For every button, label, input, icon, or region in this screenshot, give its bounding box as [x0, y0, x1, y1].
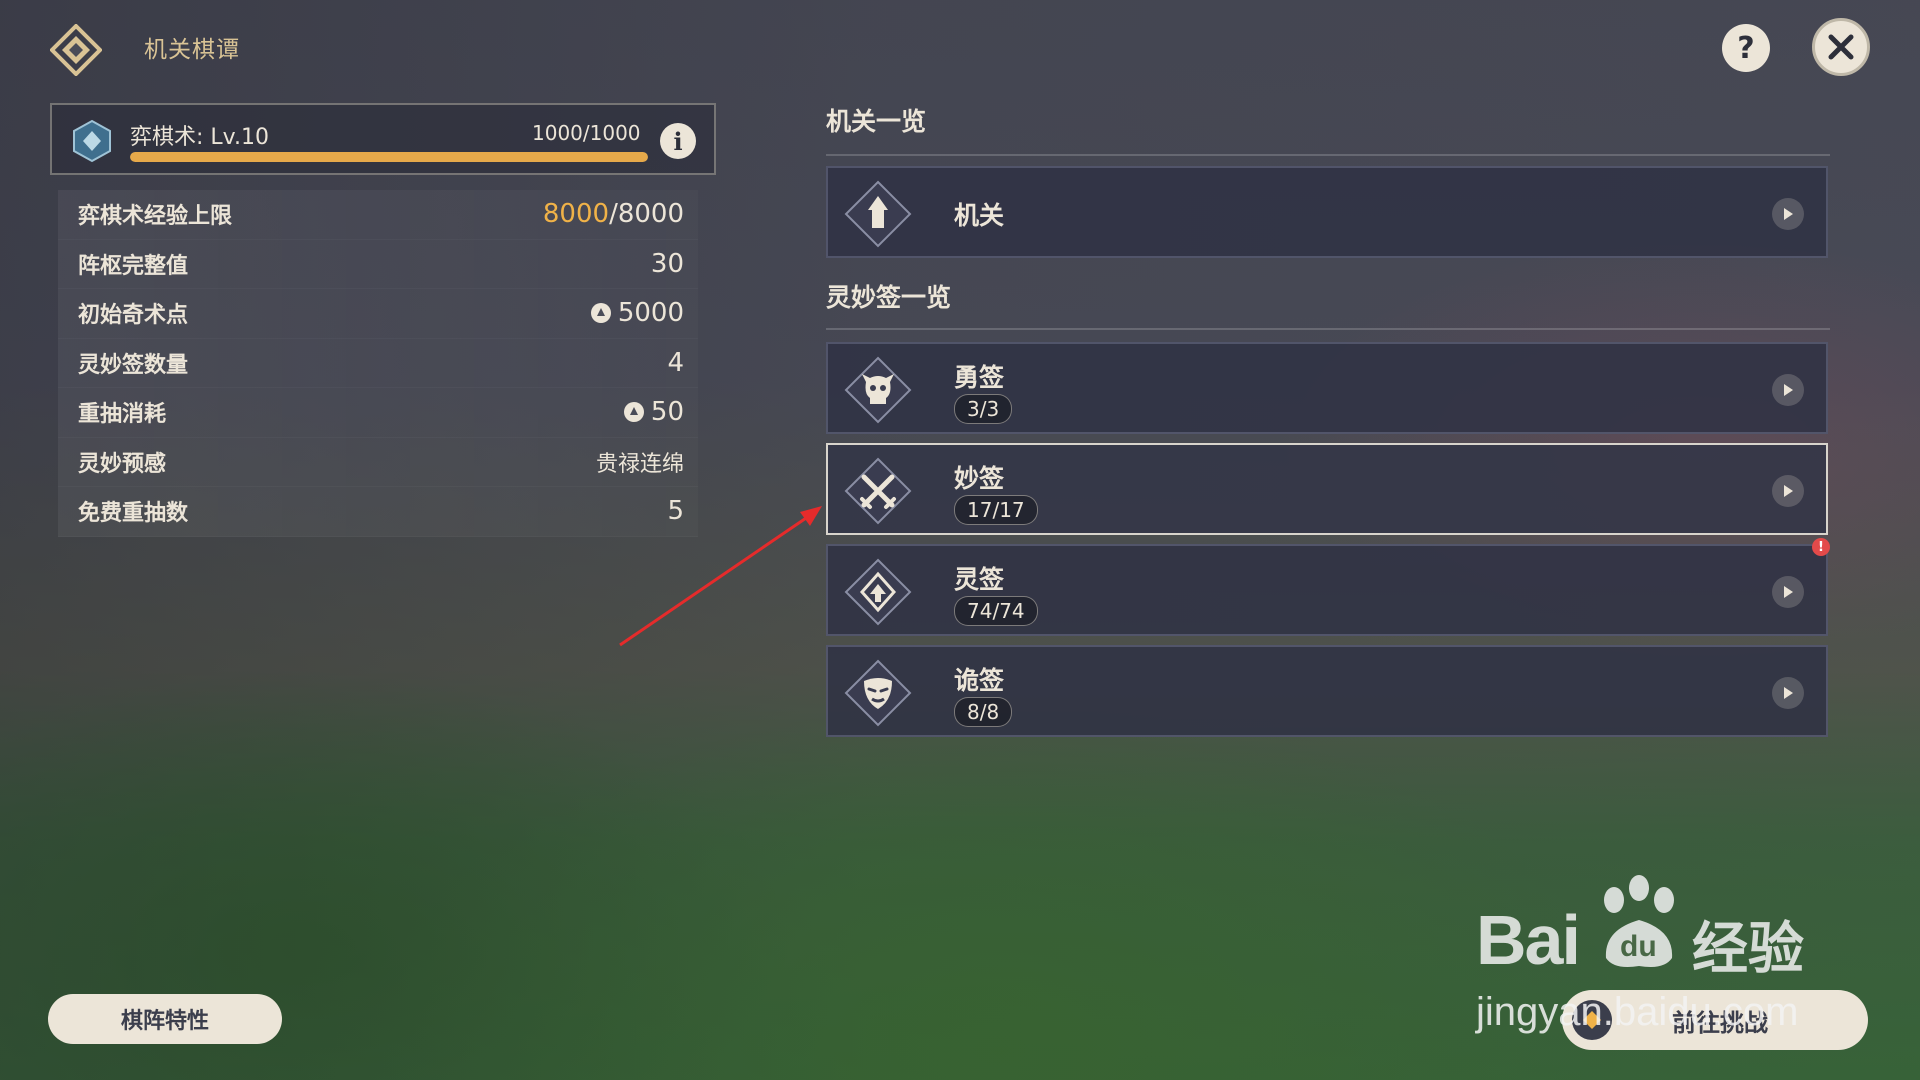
stat-value: 50: [623, 397, 684, 427]
sign-card-brave[interactable]: 勇签 3/3: [826, 342, 1828, 434]
chevron-right-icon: [1772, 677, 1804, 709]
annotation-arrow: [619, 506, 822, 647]
help-button[interactable]: ?: [1722, 24, 1770, 72]
card-count-badge: 8/8: [954, 697, 1013, 727]
card-name: 机关: [954, 201, 1005, 230]
paw-logo-icon: du: [1604, 875, 1674, 967]
stat-label: 免费重抽数: [78, 501, 189, 527]
mechanism-chess-logo-icon: [49, 23, 103, 77]
level-label: 弈棋术: Lv.10: [130, 125, 269, 150]
sign-card-clever[interactable]: 妙签 17/17: [826, 443, 1828, 535]
stat-row: 初始奇术点 5000: [58, 289, 698, 339]
info-button[interactable]: i: [660, 123, 696, 159]
skull-icon: [842, 354, 914, 426]
page-title: 机关棋谭: [144, 37, 240, 63]
card-name: 灵签: [954, 565, 1005, 594]
mechanisms-section-title: 机关一览: [826, 107, 927, 136]
stat-label: 阵枢完整值: [78, 253, 189, 279]
stat-value: 30: [650, 248, 684, 279]
chevron-right-icon: [1772, 576, 1804, 608]
card-name: 妙签: [954, 464, 1005, 493]
stat-label: 灵妙预感: [78, 451, 167, 477]
stat-label: 重抽消耗: [78, 402, 167, 428]
close-button[interactable]: [1812, 18, 1870, 76]
svg-text:du: du: [1620, 930, 1657, 963]
mechanism-card[interactable]: 机关: [826, 166, 1828, 258]
stat-row: 阵枢完整值 30: [58, 239, 698, 289]
stat-value-rest: /8000: [609, 199, 684, 230]
card-count-badge: 17/17: [954, 495, 1038, 525]
stat-value-text: 5000: [617, 298, 684, 329]
card-name: 诡签: [954, 666, 1005, 695]
stat-row: 灵妙预感 贵禄连绵: [58, 437, 698, 487]
card-name: 勇签: [954, 363, 1005, 392]
stat-value: 8000/8000: [543, 199, 684, 229]
stat-value: 5000: [590, 298, 684, 328]
info-icon: i: [673, 126, 683, 156]
stat-value-highlight: 8000: [542, 199, 610, 230]
card-count-badge: 74/74: [954, 596, 1038, 626]
signs-section-title: 灵妙签一览: [826, 283, 952, 312]
card-count-badge: 3/3: [954, 394, 1013, 424]
stat-label: 初始奇术点: [78, 303, 189, 329]
level-xp: 1000/1000: [532, 121, 641, 145]
stat-value: 贵禄连绵: [595, 451, 684, 477]
chess-skill-level-panel: 弈棋术: Lv.10 1000/1000 i: [50, 103, 716, 175]
new-notification-badge: !: [1812, 538, 1830, 556]
watermark-brand-cn: 经验: [1692, 917, 1804, 982]
stat-label: 弈棋术经验上限: [78, 204, 233, 230]
watermark-brand: Bai: [1476, 901, 1581, 979]
stat-row: 重抽消耗 50: [58, 388, 698, 438]
crossed-swords-icon: [842, 455, 914, 527]
chevron-right-icon: [1772, 198, 1804, 230]
sign-card-trick[interactable]: 诡签 8/8: [826, 645, 1828, 737]
section-divider: [826, 154, 1830, 156]
stat-row: 灵妙签数量 4: [58, 338, 698, 388]
close-icon: [1828, 34, 1854, 60]
mask-icon: [842, 657, 914, 729]
chess-cube-icon: [70, 119, 114, 163]
chevron-right-icon: [1772, 374, 1804, 406]
arcane-point-coin-icon: [590, 303, 611, 324]
question-mark-icon: ?: [1737, 30, 1755, 66]
watermark-url: jingyan.baidu.com: [1476, 990, 1799, 1034]
chevron-right-icon: [1772, 475, 1804, 507]
baidu-watermark: Bai du 经验 jingyan.baidu.com: [1476, 870, 1836, 1050]
arcane-point-coin-icon: [623, 402, 644, 423]
formation-traits-button[interactable]: 棋阵特性: [48, 994, 282, 1044]
arrow-up-icon: [842, 556, 914, 628]
xp-progress-bar: [130, 152, 648, 162]
stat-value: 4: [667, 347, 684, 378]
stats-list: 弈棋术经验上限 8000/8000 阵枢完整值 30 初始奇术点 5000 灵妙…: [58, 190, 698, 537]
sign-card-spirit[interactable]: 灵签 74/74: [826, 544, 1828, 636]
stat-label: 灵妙签数量: [78, 352, 189, 378]
mechanism-tower-icon: [842, 178, 914, 250]
section-divider: [826, 328, 1830, 330]
xp-progress-fill: [130, 152, 648, 162]
stat-row: 弈棋术经验上限 8000/8000: [58, 190, 698, 240]
stat-value-text: 50: [650, 397, 684, 428]
button-label: 棋阵特性: [120, 1009, 209, 1034]
